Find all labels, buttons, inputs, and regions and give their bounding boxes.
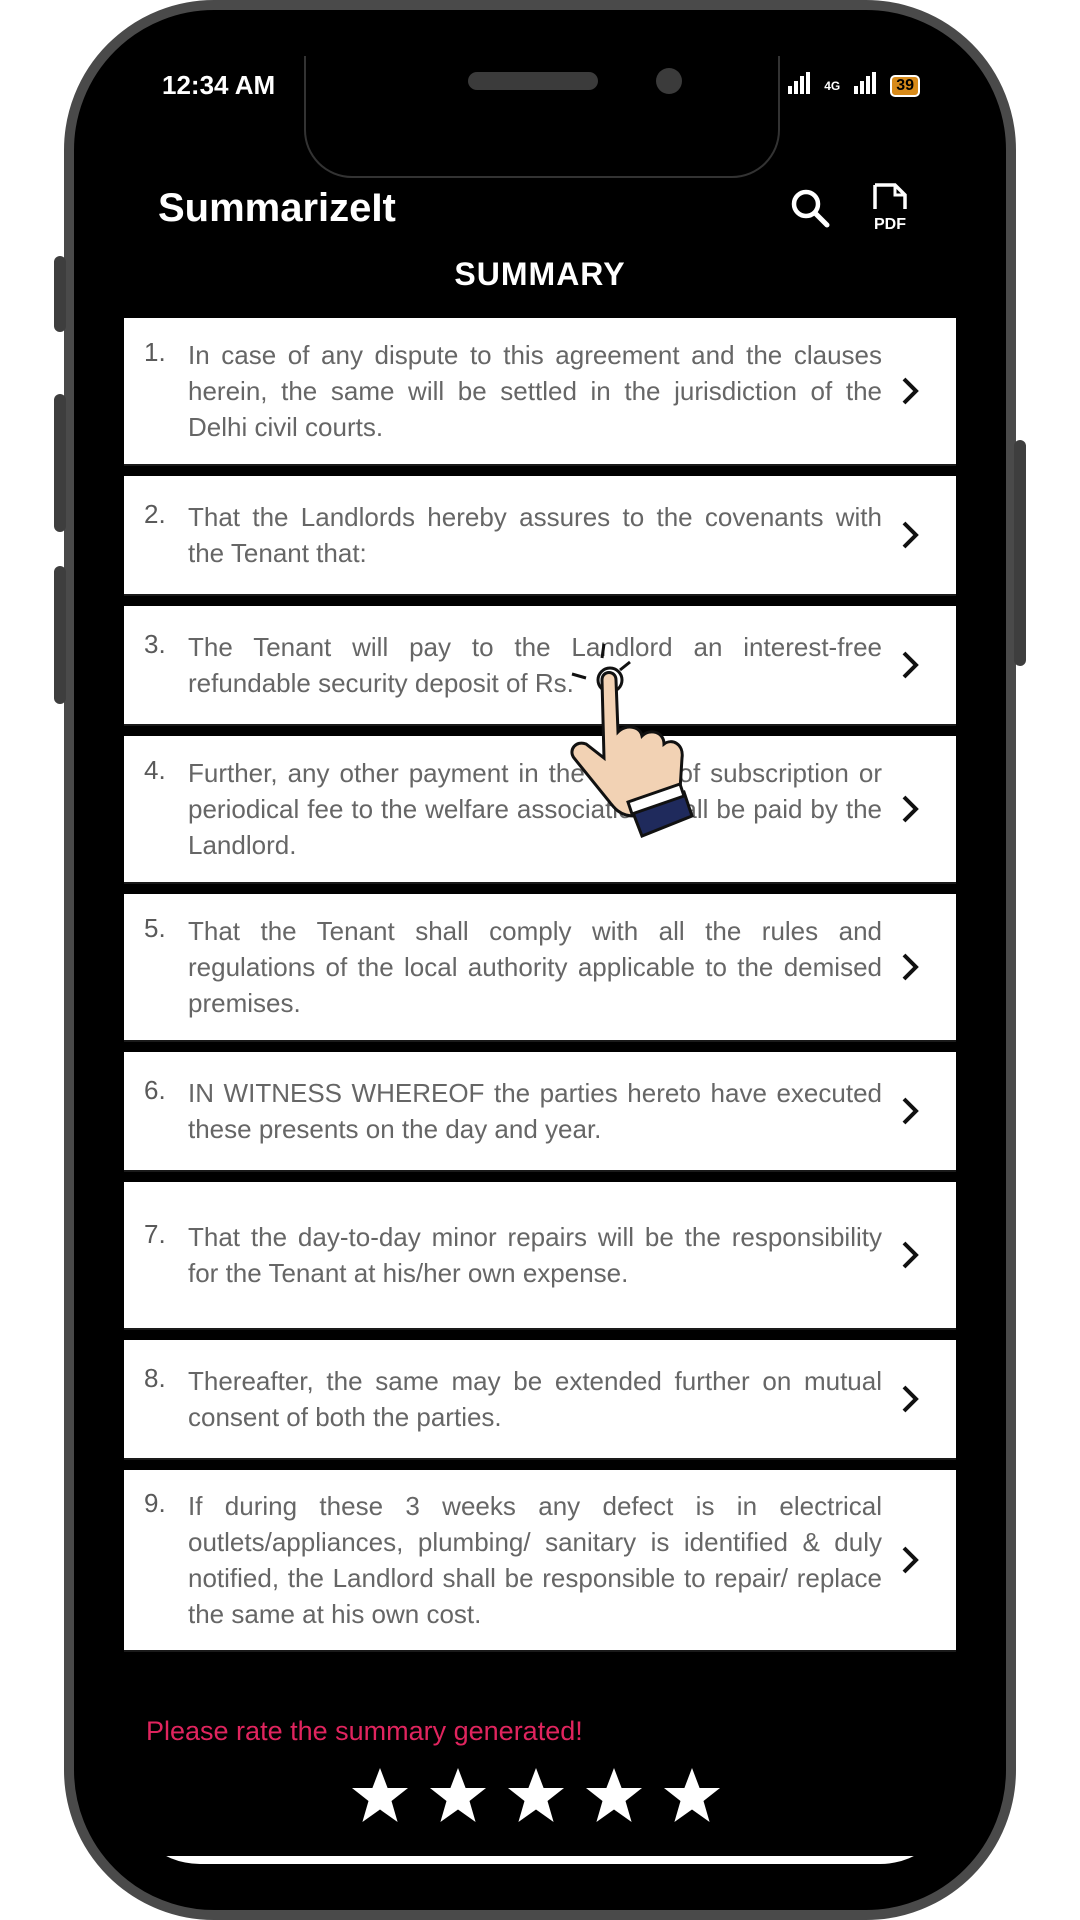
summary-item-number: 5.: [144, 913, 166, 943]
summary-item-number: 3.: [144, 629, 166, 659]
battery-icon: 39: [890, 74, 920, 97]
pdf-export-button[interactable]: PDF: [862, 180, 918, 236]
summary-item-number: 6.: [144, 1075, 166, 1105]
search-button[interactable]: [782, 180, 838, 236]
signal-icon: [786, 72, 812, 99]
summary-list: 1. In case of any dispute to this agreeme…: [124, 318, 956, 1662]
phone-volume-up-button: [54, 394, 66, 532]
star-icon[interactable]: [506, 1766, 566, 1826]
summary-item-number: 1.: [144, 337, 166, 367]
star-icon[interactable]: [662, 1766, 722, 1826]
summary-item[interactable]: 4. Further, any other payment in the natu…: [124, 736, 956, 884]
speaker: [468, 72, 598, 90]
summary-item[interactable]: 5. That the Tenant shall comply with all …: [124, 894, 956, 1042]
summary-item-text: The Tenant will pay to the Landlord an i…: [188, 632, 882, 698]
app-title: SummarizeIt: [158, 186, 396, 230]
summary-item[interactable]: 2. That the Landlords hereby assures to t…: [124, 476, 956, 596]
front-camera: [656, 68, 682, 94]
chevron-right-icon[interactable]: [882, 952, 938, 982]
rating-prompt: Please rate the summary generated!: [146, 1716, 583, 1746]
summary-item-text: That the Tenant shall comply with all th…: [188, 916, 882, 1018]
status-icons: 4G 39: [786, 72, 920, 99]
pdf-icon-label: PDF: [874, 216, 906, 233]
summary-item-text: Thereafter, the same may be extended fur…: [188, 1366, 882, 1432]
summary-item-text: That the Landlords hereby assures to the…: [188, 502, 882, 568]
summary-item-text: IN WITNESS WHEREOF the parties hereto ha…: [188, 1078, 882, 1144]
pdf-icon: PDF: [873, 183, 907, 233]
chevron-right-icon[interactable]: [882, 1545, 938, 1575]
star-icon[interactable]: [584, 1766, 644, 1826]
chevron-right-icon[interactable]: [882, 1384, 938, 1414]
summary-item-number: 9.: [144, 1488, 166, 1518]
phone-volume-down-button: [54, 566, 66, 704]
summary-item[interactable]: 6. IN WITNESS WHEREOF the parties hereto …: [124, 1052, 956, 1172]
bottom-bar: [158, 1856, 922, 1864]
app-screen: 12:34 AM 4G 39 SummarizeIt PDF SUMMARY 1…: [124, 56, 956, 1864]
summary-item[interactable]: 7. That the day-to-day minor repairs will…: [124, 1182, 956, 1330]
summary-item-text: That the day-to-day minor repairs will b…: [188, 1222, 882, 1288]
summary-item[interactable]: 8. Thereafter, the same may be extended f…: [124, 1340, 956, 1460]
star-rating[interactable]: [350, 1766, 722, 1826]
status-time: 12:34 AM: [162, 70, 276, 100]
chevron-right-icon[interactable]: [882, 650, 938, 680]
chevron-right-icon[interactable]: [882, 794, 938, 824]
summary-heading: SUMMARY: [454, 256, 626, 292]
phone-side-button: [54, 256, 66, 332]
summary-item-text: If during these 3 weeks any defect is in…: [188, 1491, 882, 1629]
summary-item-text: Further, any other payment in the nature…: [188, 758, 882, 860]
summary-item-number: 2.: [144, 499, 166, 529]
chevron-right-icon[interactable]: [882, 1240, 938, 1270]
summary-item-number: 7.: [144, 1219, 166, 1249]
signal-icon-2: [852, 72, 878, 99]
summary-item-number: 8.: [144, 1363, 166, 1393]
summary-item-number: 4.: [144, 755, 166, 785]
chevron-right-icon[interactable]: [882, 520, 938, 550]
phone-power-button: [1014, 440, 1026, 666]
summary-item[interactable]: 9. If during these 3 weeks any defect is …: [124, 1470, 956, 1652]
network-type-label: 4G: [824, 78, 841, 93]
tap-hand-pointer: [568, 640, 708, 840]
chevron-right-icon[interactable]: [882, 1096, 938, 1126]
search-icon: [791, 189, 830, 228]
star-icon[interactable]: [350, 1766, 410, 1826]
summary-item[interactable]: 3. The Tenant will pay to the Landlord an…: [124, 606, 956, 726]
notch: [304, 56, 780, 178]
chevron-right-icon[interactable]: [882, 376, 938, 406]
star-icon[interactable]: [428, 1766, 488, 1826]
summary-item-text: In case of any dispute to this agreement…: [188, 340, 882, 442]
summary-item[interactable]: 1. In case of any dispute to this agreeme…: [124, 318, 956, 466]
